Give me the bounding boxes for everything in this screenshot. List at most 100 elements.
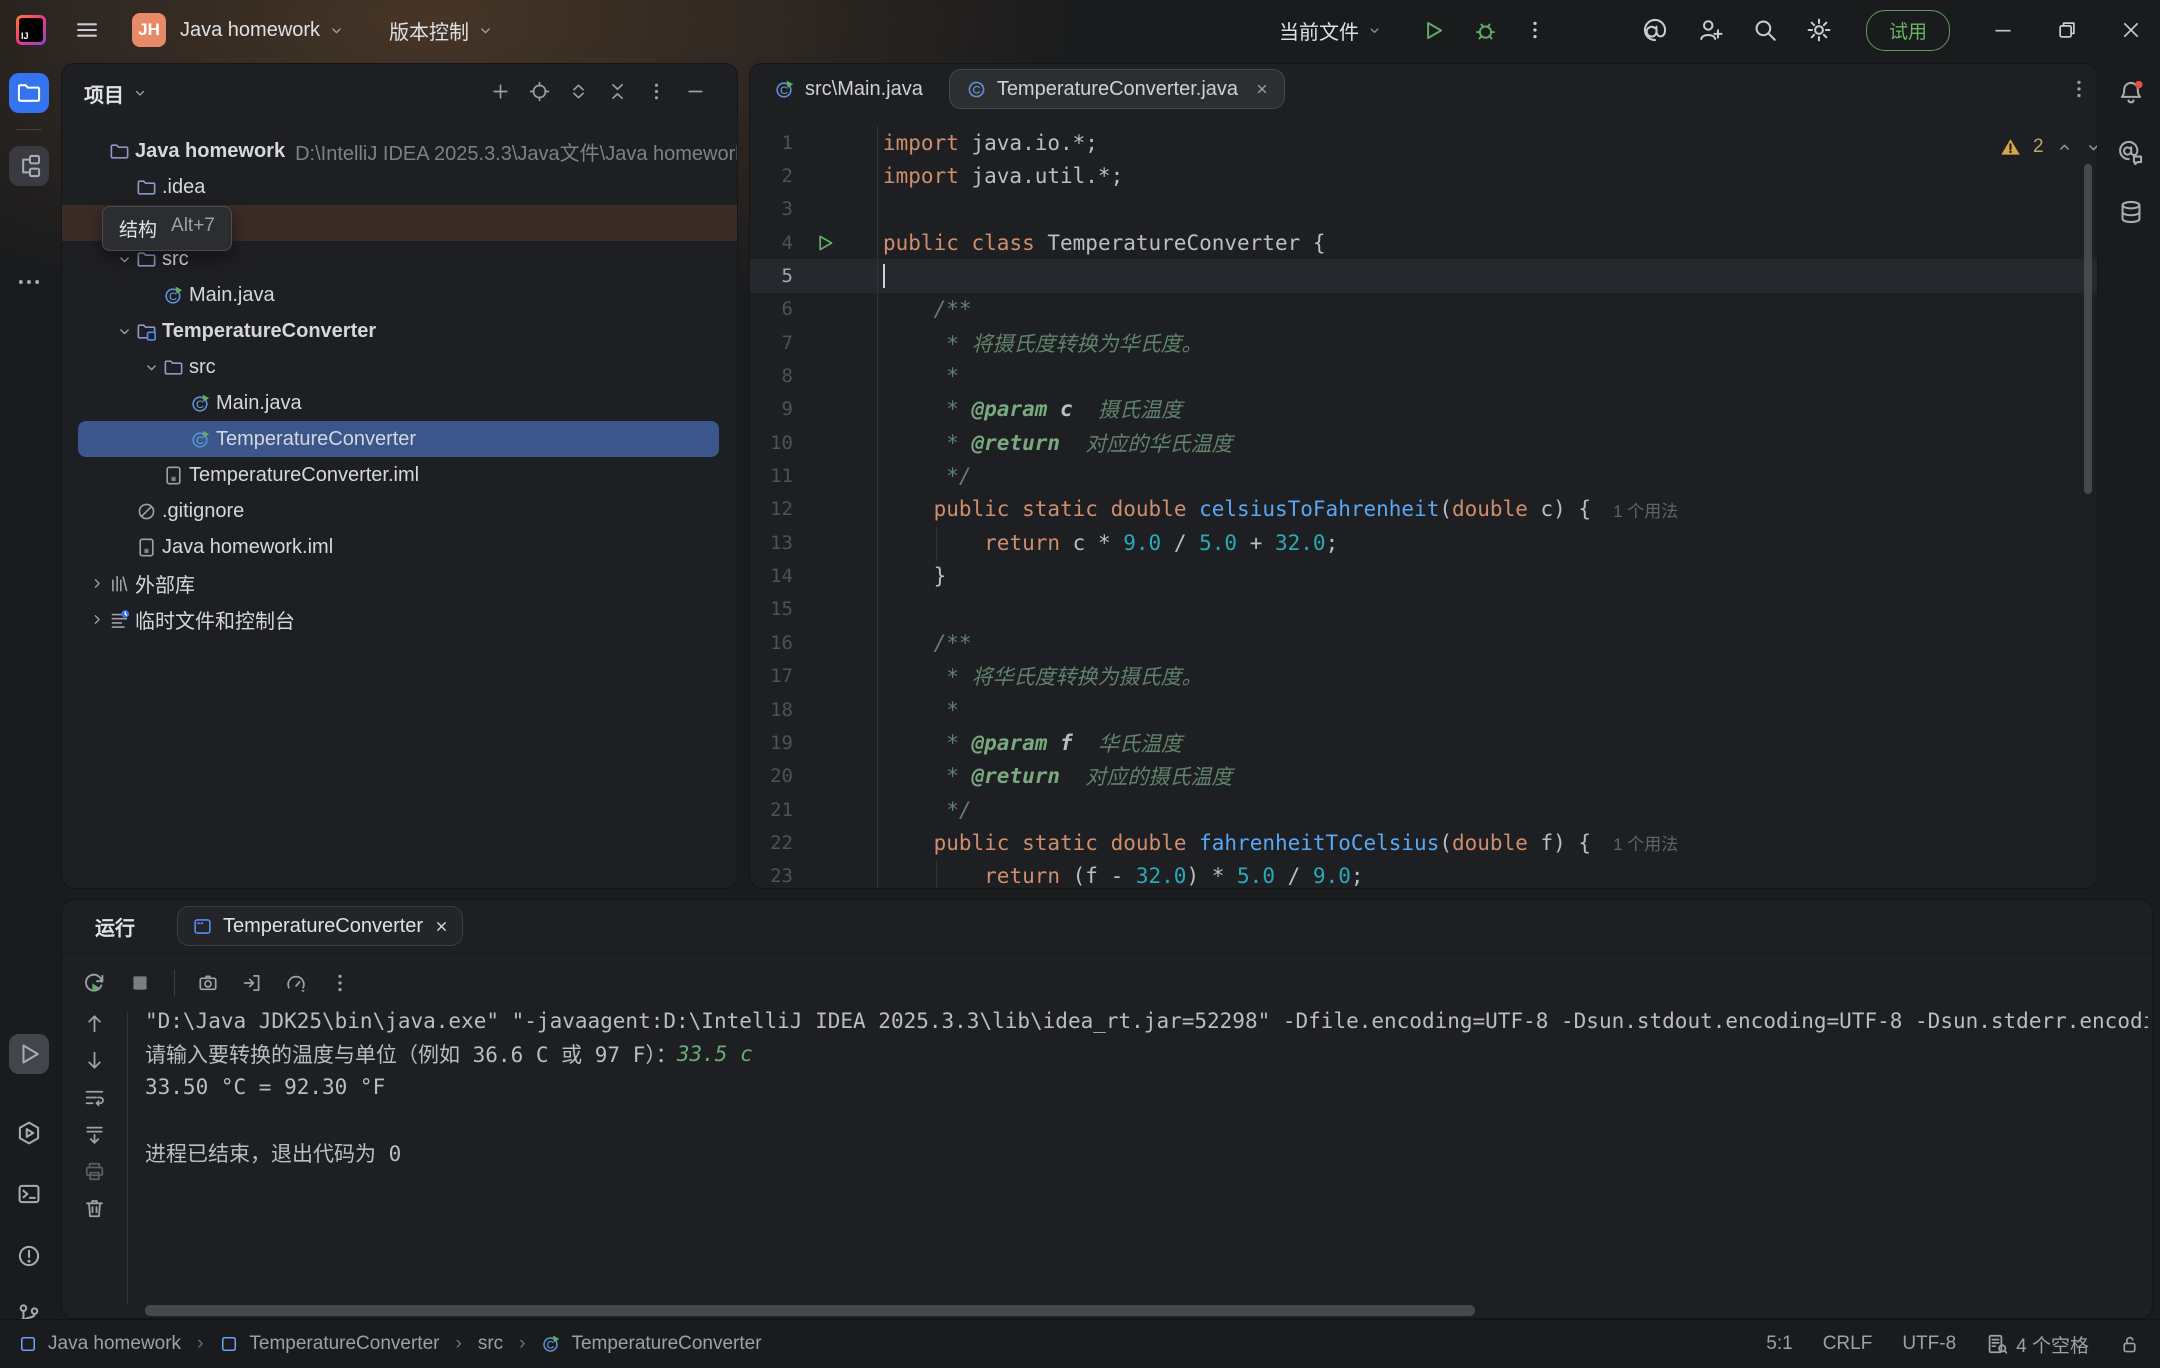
usages-inlay-hint[interactable]: 1 个用法 [1613, 830, 1678, 855]
run-camera-icon[interactable] [197, 972, 219, 994]
code-line-21[interactable]: 21 */ [750, 793, 2097, 826]
code-line-12[interactable]: 12 public static double celsiusToFahrenh… [750, 493, 2097, 526]
stripe-services-icon[interactable] [9, 1113, 49, 1153]
code-line-17[interactable]: 17 * 将华氏度转换为摄氏度。 [750, 660, 2097, 693]
code-line-10[interactable]: 10 * @return 对应的华氏温度 [750, 426, 2097, 459]
tree-chevron-icon[interactable] [112, 323, 136, 340]
tree-item-外部库[interactable]: 外部库 [62, 565, 737, 601]
stripe-terminal-icon[interactable] [9, 1174, 49, 1214]
tree-item-src[interactable]: src [62, 349, 737, 385]
project-locate-icon[interactable] [529, 81, 550, 102]
code-line-4[interactable]: 4public class TemperatureConverter { [750, 226, 2097, 259]
editor-tab-temperatureconverter-java[interactable]: CTemperatureConverter.java [949, 69, 1285, 109]
stripe-database-icon[interactable] [2111, 192, 2151, 232]
editor-scrollbar[interactable] [2084, 164, 2092, 494]
code-line-7[interactable]: 7 * 将摄氏度转换为华氏度。 [750, 326, 2097, 359]
run-rerun-icon[interactable] [82, 971, 106, 995]
main-menu-icon[interactable] [74, 17, 100, 43]
line-ending[interactable]: CRLF [1823, 1333, 1873, 1355]
tree-item-gitignore[interactable]: .gitignore [62, 493, 737, 529]
code-line-16[interactable]: 16 /** [750, 626, 2097, 659]
project-hide-icon[interactable] [685, 81, 706, 102]
code-line-18[interactable]: 18 * [750, 693, 2097, 726]
breadcrumb-src[interactable]: src [478, 1333, 503, 1355]
stripe-ai-chat-icon[interactable] [2111, 132, 2151, 172]
tree-chevron-icon[interactable] [139, 359, 163, 376]
run-config-chevron-icon[interactable] [1367, 23, 1382, 38]
tree-item-java-homework[interactable]: Java homeworkD:\IntelliJ IDEA 2025.3.3\J… [62, 133, 737, 169]
tree-item-temperatureconverter-iml[interactable]: TemperatureConverter.iml [62, 457, 737, 493]
caret-position[interactable]: 5:1 [1766, 1333, 1792, 1355]
code-line-1[interactable]: 1import java.io.*; [750, 126, 2097, 159]
more-actions-icon[interactable] [1524, 19, 1546, 41]
code-line-20[interactable]: 20 * @return 对应的摄氏温度 [750, 760, 2097, 793]
stripe-problems-icon[interactable] [9, 1236, 49, 1276]
window-maximize-icon[interactable] [2056, 19, 2078, 41]
code-line-22[interactable]: 22 public static double fahrenheitToCels… [750, 826, 2097, 859]
code-line-14[interactable]: 14 } [750, 559, 2097, 592]
run-attach-icon[interactable] [241, 972, 263, 994]
console-scroll-end-icon[interactable] [83, 1123, 106, 1146]
tree-item-temperatureconverter[interactable]: TemperatureConverter [62, 313, 737, 349]
run-config-selector[interactable]: 当前文件 [1279, 16, 1359, 45]
tree-item-main-java[interactable]: CMain.java [62, 277, 737, 313]
project-avatar[interactable]: JH [132, 13, 166, 47]
run-tab[interactable]: TemperatureConverter [177, 906, 463, 946]
tree-item-java-homework-iml[interactable]: Java homework.iml [62, 529, 737, 565]
run-button[interactable] [1420, 18, 1445, 43]
code-line-11[interactable]: 11 */ [750, 459, 2097, 492]
file-encoding[interactable]: UTF-8 [1902, 1333, 1956, 1355]
console-soft-wrap-icon[interactable] [83, 1086, 106, 1109]
code-line-13[interactable]: 13 return c * 9.0 / 5.0 + 32.0; [750, 526, 2097, 559]
tab-close-icon[interactable] [1254, 81, 1270, 97]
project-add-icon[interactable] [490, 81, 511, 102]
console-arrow-down-icon[interactable] [83, 1049, 106, 1072]
breadcrumb-temperatureconverter[interactable]: TemperatureConverter [219, 1333, 439, 1355]
stripe-notifications-icon[interactable] [2111, 73, 2151, 113]
code-line-5[interactable]: 5 [750, 259, 2097, 292]
project-panel-title[interactable]: 项目 [84, 79, 124, 108]
stripe-project-folder-icon[interactable] [9, 73, 49, 113]
run-profiler-icon[interactable] [285, 972, 307, 994]
console-scrollbar[interactable] [145, 1305, 1475, 1316]
editor-tab-src-main-java[interactable]: Csrc\Main.java [774, 78, 923, 101]
breadcrumb-temperatureconverter[interactable]: CTemperatureConverter [541, 1333, 761, 1355]
stripe-run-icon[interactable] [9, 1034, 49, 1074]
run-more-v-icon[interactable] [329, 972, 351, 994]
code-line-3[interactable]: 3 [750, 193, 2097, 226]
run-console[interactable]: "D:\Java JDK25\bin\java.exe" "-javaagent… [145, 1004, 2148, 1298]
project-view-chevron-icon[interactable] [132, 85, 148, 101]
vcs-menu[interactable]: 版本控制 [389, 16, 469, 45]
search-icon[interactable] [1752, 17, 1778, 43]
tree-item-临时文件和控制台[interactable]: 临时文件和控制台 [62, 601, 737, 637]
indent-setting[interactable]: 4 个空格 [1986, 1331, 2089, 1358]
console-arrow-up-icon[interactable] [83, 1012, 106, 1035]
gutter-run-icon[interactable] [793, 232, 855, 254]
project-chevron-icon[interactable] [328, 22, 345, 39]
stripe-structure-icon[interactable] [9, 146, 49, 186]
console-trash-icon[interactable] [83, 1197, 106, 1220]
code-line-23[interactable]: 23 return (f - 32.0) * 5.0 / 9.0; [750, 860, 2097, 888]
usages-inlay-hint[interactable]: 1 个用法 [1613, 497, 1678, 522]
run-tab-close-icon[interactable] [433, 918, 450, 935]
window-minimize-icon[interactable] [1992, 19, 2014, 41]
tree-chevron-icon[interactable] [85, 611, 109, 628]
code-line-9[interactable]: 9 * @param c 摄氏温度 [750, 393, 2097, 426]
trial-button[interactable]: 试用 [1866, 10, 1950, 51]
stripe-more-icon[interactable] [9, 262, 49, 302]
code-editor[interactable]: 1import java.io.*;2import java.util.*;34… [750, 126, 2097, 888]
project-expand-all-icon[interactable] [568, 81, 589, 102]
run-stop-icon[interactable] [128, 971, 152, 995]
code-line-8[interactable]: 8 * [750, 359, 2097, 392]
breadcrumb-java-homework[interactable]: Java homework [18, 1333, 181, 1355]
lock-open-icon[interactable] [2119, 1334, 2140, 1355]
settings-gear-icon[interactable] [1806, 17, 1832, 43]
tree-item-temperatureconverter[interactable]: CTemperatureConverter [78, 421, 719, 457]
add-user-icon[interactable] [1698, 17, 1724, 43]
code-line-15[interactable]: 15 [750, 593, 2097, 626]
editor-options-icon[interactable] [2068, 78, 2090, 100]
debug-button[interactable] [1473, 18, 1498, 43]
vcs-chevron-icon[interactable] [477, 22, 494, 39]
ai-assistant-icon[interactable] [1642, 17, 1668, 43]
console-printer-icon[interactable] [83, 1160, 106, 1183]
